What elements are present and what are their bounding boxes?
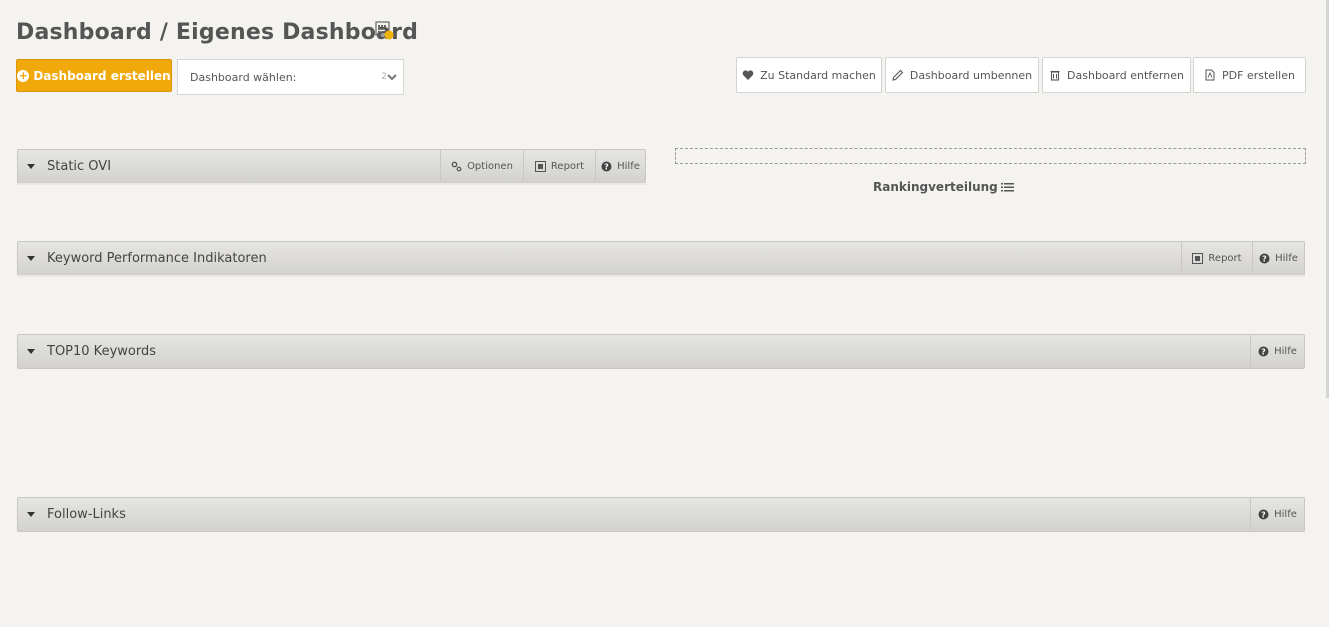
create-dashboard-label: Dashboard erstellen bbox=[33, 68, 171, 83]
widget-title: Keyword Performance Indikatoren bbox=[47, 251, 267, 266]
create-dashboard-button[interactable]: + Dashboard erstellen bbox=[16, 59, 172, 92]
static-ovi-widget: Static OVI Optionen Report ? Hilfe bbox=[17, 149, 646, 183]
remove-dashboard-button[interactable]: Dashboard entfernen bbox=[1042, 57, 1191, 93]
widget-title: Follow-Links bbox=[47, 507, 126, 522]
create-pdf-button[interactable]: PDF erstellen bbox=[1193, 57, 1306, 93]
help-button[interactable]: ? Hilfe bbox=[1250, 498, 1304, 531]
plus-icon: + bbox=[17, 68, 30, 82]
heart-icon bbox=[742, 70, 754, 80]
report-button[interactable]: Report bbox=[523, 150, 595, 182]
options-label: Optionen bbox=[467, 160, 513, 172]
pdf-file-icon bbox=[1205, 69, 1215, 81]
collapse-toggle-icon[interactable] bbox=[27, 164, 35, 169]
list-icon[interactable] bbox=[1000, 182, 1014, 193]
pencil-icon bbox=[892, 69, 904, 81]
kpi-widget: Keyword Performance Indikatoren Report ?… bbox=[17, 241, 1305, 275]
rename-dashboard-label: Dashboard umbennen bbox=[909, 68, 1033, 82]
report-button[interactable]: Report bbox=[1181, 242, 1252, 274]
page-title: Dashboard / Eigenes Dashboard bbox=[16, 20, 419, 45]
dashboard-badge-icon[interactable] bbox=[375, 21, 395, 41]
question-circle-icon: ? bbox=[1258, 346, 1269, 357]
svg-text:?: ? bbox=[1261, 511, 1266, 520]
svg-text:?: ? bbox=[1262, 254, 1267, 263]
help-button[interactable]: ? Hilfe bbox=[1252, 242, 1304, 274]
help-button[interactable]: ? Hilfe bbox=[1250, 335, 1304, 368]
make-default-button[interactable]: Zu Standard machen bbox=[736, 57, 882, 93]
report-label: Report bbox=[1208, 252, 1242, 264]
options-button[interactable]: Optionen bbox=[440, 150, 523, 182]
collapse-toggle-icon[interactable] bbox=[27, 256, 35, 261]
ranking-widget-title: Rankingverteilung bbox=[873, 180, 1014, 194]
widget-title: Static OVI bbox=[47, 159, 112, 174]
ranking-title: Rankingverteilung bbox=[873, 180, 998, 194]
svg-text:?: ? bbox=[1261, 348, 1266, 357]
create-pdf-label: PDF erstellen bbox=[1222, 68, 1295, 82]
report-icon bbox=[1192, 252, 1204, 264]
top10-widget: TOP10 Keywords ? Hilfe bbox=[17, 334, 1305, 369]
widget-divider bbox=[17, 274, 1305, 277]
help-label: Hilfe bbox=[1274, 346, 1297, 357]
widget-drop-placeholder[interactable] bbox=[675, 148, 1306, 164]
remove-dashboard-label: Dashboard entfernen bbox=[1067, 68, 1184, 82]
report-label: Report bbox=[550, 160, 585, 172]
help-label: Hilfe bbox=[617, 160, 640, 172]
help-button[interactable]: ? Hilfe bbox=[595, 150, 645, 182]
rename-dashboard-button[interactable]: Dashboard umbennen bbox=[885, 57, 1039, 93]
dashboard-select-label: Dashboard wählen: bbox=[190, 71, 297, 84]
svg-text:?: ? bbox=[604, 162, 609, 171]
report-icon bbox=[534, 160, 546, 172]
help-label: Hilfe bbox=[1275, 252, 1298, 264]
gear-icon bbox=[451, 161, 462, 171]
chevron-down-icon bbox=[387, 70, 397, 84]
question-circle-icon: ? bbox=[1259, 253, 1270, 263]
widget-divider bbox=[17, 182, 646, 185]
widget-title: TOP10 Keywords bbox=[47, 344, 156, 359]
collapse-toggle-icon[interactable] bbox=[27, 512, 35, 517]
trash-icon bbox=[1050, 70, 1060, 81]
question-circle-icon: ? bbox=[1258, 509, 1269, 520]
collapse-toggle-icon[interactable] bbox=[27, 349, 35, 354]
dashboard-select[interactable]: Dashboard wählen: 2 bbox=[177, 59, 404, 95]
follow-links-widget: Follow-Links ? Hilfe bbox=[17, 497, 1305, 532]
question-circle-icon: ? bbox=[601, 161, 612, 171]
help-label: Hilfe bbox=[1274, 509, 1297, 520]
make-default-label: Zu Standard machen bbox=[760, 68, 876, 82]
